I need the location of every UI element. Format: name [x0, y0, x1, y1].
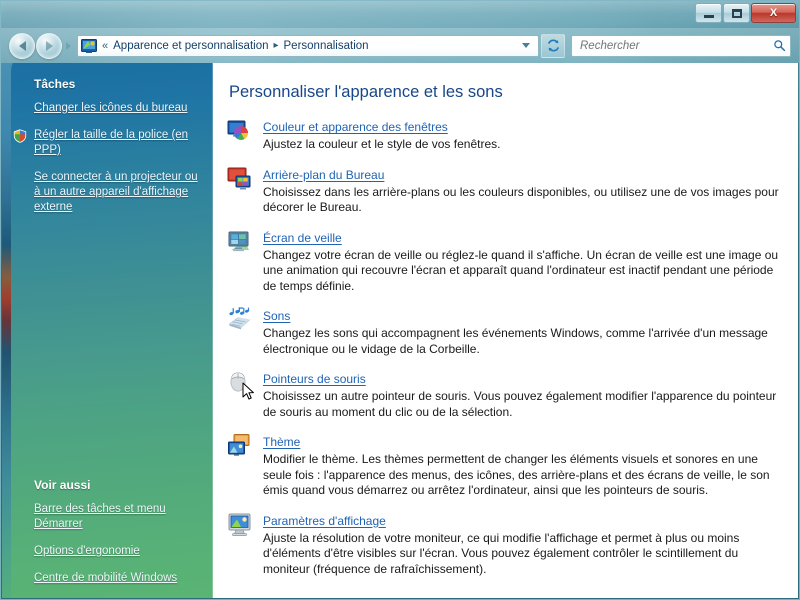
content-pane: Personnaliser l'apparence et les sons Co… [213, 63, 798, 598]
link-desktop-background[interactable]: Arrière-plan du Bureau [263, 168, 384, 182]
link-display-settings[interactable]: Paramètres d'affichage [263, 514, 386, 528]
list-item-desktop-background[interactable]: Arrière-plan du Bureau Choisissez dans l… [227, 166, 784, 216]
description-desktop-background: Choisissez dans les arrière-plans ou les… [263, 184, 779, 215]
window-body: Tâches Changer les icônes du bureau Régl… [2, 63, 798, 598]
link-window-color[interactable]: Couleur et apparence des fenêtres [263, 120, 448, 134]
list-item-theme[interactable]: Thème Modifier le thème. Les thèmes perm… [227, 433, 784, 499]
sidebar-item-taskbar-start-menu[interactable]: Barre des tâches et menu Démarrer [34, 502, 202, 532]
window-controls: X [695, 3, 796, 23]
breadcrumb-separator-icon: ▸ [273, 40, 279, 51]
list-item-body: Écran de veille Changez votre écran de v… [263, 229, 784, 295]
sidebar-item-label: Changer les icônes du bureau [34, 102, 188, 114]
control-panel-icon [81, 38, 97, 54]
minimize-icon [703, 14, 714, 18]
sidebar-item-font-size-dpi[interactable]: Régler la taille de la police (en PPP) [13, 128, 202, 158]
theme-icon [227, 433, 263, 463]
link-sounds[interactable]: Sons [263, 309, 290, 323]
list-item-body: Sons Changez les sons qui accompagnent l… [263, 307, 784, 357]
see-also-section: Voir aussi Barre des tâches et menu Déma… [34, 478, 202, 586]
forward-button[interactable] [36, 32, 62, 59]
description-theme: Modifier le thème. Les thèmes permettent… [263, 452, 770, 497]
list-item-mouse-pointers[interactable]: Pointeurs de souris Choisissez un autre … [227, 370, 784, 420]
screensaver-icon [227, 229, 263, 259]
task-pane: Tâches Changer les icônes du bureau Régl… [2, 63, 213, 598]
mouse-pointers-icon [227, 370, 263, 400]
breadcrumb-item-appearance[interactable]: Apparence et personnalisation [110, 39, 271, 53]
search-box[interactable] [571, 34, 791, 57]
close-button[interactable]: X [751, 3, 796, 23]
display-settings-icon [227, 512, 263, 542]
sidebar-item-label: Options d'ergonomie [34, 545, 140, 557]
refresh-icon [547, 39, 559, 52]
back-arrow-icon [18, 40, 26, 51]
list-item-sounds[interactable]: Sons Changez les sons qui accompagnent l… [227, 307, 784, 357]
nav-buttons [9, 32, 75, 59]
address-bar[interactable]: « Apparence et personnalisation ▸ Person… [77, 34, 539, 57]
sidebar-item-label: Barre des tâches et menu Démarrer [34, 503, 166, 530]
tasks-heading: Tâches [34, 77, 76, 91]
sidebar-item-label: Se connecter à un projecteur ou à un aut… [34, 171, 198, 213]
back-button[interactable] [9, 32, 35, 59]
sidebar-item-mobility-center[interactable]: Centre de mobilité Windows [34, 571, 202, 586]
sidebar-item-ease-of-access[interactable]: Options d'ergonomie [34, 544, 202, 559]
description-sounds: Changez les sons qui accompagnent les év… [263, 326, 768, 356]
list-item-body: Couleur et apparence des fenêtres Ajuste… [263, 118, 784, 153]
description-mouse-pointers: Choisissez un autre pointeur de souris. … [263, 389, 777, 419]
minimize-button[interactable] [695, 3, 722, 23]
search-icon[interactable] [769, 39, 786, 52]
list-item-display-settings[interactable]: Paramètres d'affichage Ajuste la résolut… [227, 512, 784, 578]
close-icon: X [769, 6, 778, 19]
window-color-icon [227, 118, 263, 148]
title-bar: X [1, 1, 799, 28]
maximize-icon [731, 8, 742, 18]
address-dropdown-icon[interactable] [522, 43, 530, 48]
refresh-button[interactable] [541, 33, 565, 58]
breadcrumb-overflow-chevron[interactable]: « [100, 40, 110, 52]
desktop-background-icon [227, 166, 263, 196]
description-window-color: Ajustez la couleur et le style de vos fe… [263, 137, 501, 151]
sounds-icon [227, 307, 263, 337]
navigation-toolbar: « Apparence et personnalisation ▸ Person… [1, 28, 799, 63]
link-screensaver[interactable]: Écran de veille [263, 231, 342, 245]
description-display-settings: Ajuste la résolution de votre moniteur, … [263, 530, 740, 576]
description-screensaver: Changez votre écran de veille ou réglez-… [263, 247, 779, 293]
control-panel-window: X « Apparence et personnalisation ▸ Pers… [0, 0, 800, 600]
recent-pages-dropdown[interactable] [66, 41, 71, 50]
search-input[interactable] [578, 38, 769, 53]
maximize-button[interactable] [723, 3, 750, 23]
see-also-heading: Voir aussi [34, 478, 91, 492]
list-item-body: Pointeurs de souris Choisissez un autre … [263, 370, 784, 420]
sidebar-item-connect-projector[interactable]: Se connecter à un projecteur ou à un aut… [34, 170, 202, 215]
list-item-window-color[interactable]: Couleur et apparence des fenêtres Ajuste… [227, 118, 784, 153]
uac-shield-icon [13, 129, 27, 143]
link-mouse-pointers[interactable]: Pointeurs de souris [263, 372, 366, 386]
list-item-body: Thème Modifier le thème. Les thèmes perm… [263, 433, 784, 499]
page-title: Personnaliser l'apparence et les sons [229, 83, 503, 101]
link-theme[interactable]: Thème [263, 435, 300, 449]
forward-arrow-icon [45, 40, 53, 51]
list-item-body: Arrière-plan du Bureau Choisissez dans l… [263, 166, 784, 216]
breadcrumb-item-personalization[interactable]: Personnalisation [281, 39, 372, 53]
list-item-screensaver[interactable]: Écran de veille Changez votre écran de v… [227, 229, 784, 295]
list-item-body: Paramètres d'affichage Ajuste la résolut… [263, 512, 784, 578]
sidebar-item-label: Régler la taille de la police (en PPP) [34, 129, 189, 156]
sidebar-item-label: Centre de mobilité Windows [34, 572, 178, 584]
sidebar-item-desktop-icons[interactable]: Changer les icônes du bureau [34, 101, 202, 116]
